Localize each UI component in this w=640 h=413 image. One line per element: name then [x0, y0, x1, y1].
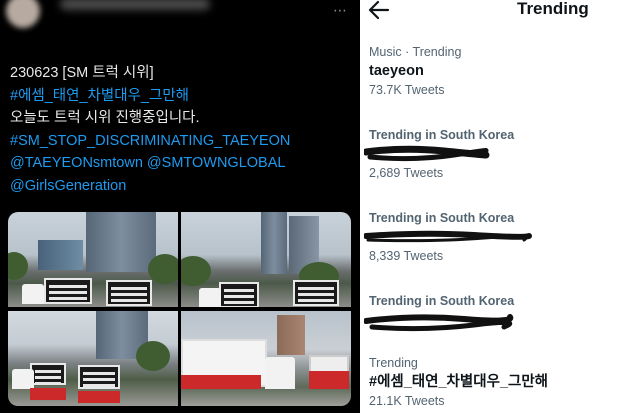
page-title: Trending	[517, 0, 589, 18]
trending-panel: Trending Music · Trending taeyeon 73.7K …	[360, 0, 640, 413]
redaction-scribble	[364, 143, 629, 165]
redaction-scribble	[364, 309, 629, 332]
tweet-line-title: 230623 [SM 트럭 시위]	[10, 65, 154, 81]
trend-item[interactable]: Trending in South Korea	[364, 293, 629, 332]
tweet-photo-4[interactable]	[181, 311, 351, 406]
tweet-panel: ⋯ 230623 [SM 트럭 시위] #에셈_태연_차별대우_그만해 오늘도 …	[0, 0, 358, 413]
blurred-username	[60, 0, 210, 10]
tweet-line-status: 오늘도 트럭 시위 진행중입니다.	[10, 110, 200, 127]
trend-count: 73.7K Tweets	[369, 83, 445, 97]
trend-count: 2,689 Tweets	[369, 166, 444, 180]
tweet-photo-grid	[8, 212, 351, 406]
tweet-body: 230623 [SM 트럭 시위] #에셈_태연_차별대우_그만해 오늘도 트럭…	[10, 62, 350, 198]
tweet-photo-1[interactable]	[8, 212, 178, 307]
tweet-hashtag-en[interactable]: #SM_STOP_DISCRIMINATING_TAEYEON	[10, 130, 350, 153]
tweet-photo-2[interactable]	[181, 212, 351, 307]
trend-item[interactable]: Trending #에셈_태연_차별대우_그만해 21.1K Tweets	[369, 355, 629, 409]
trend-item[interactable]: Music · Trending taeyeon 73.7K Tweets	[369, 44, 629, 98]
trend-item[interactable]: Trending in South Korea 2,689 Tweets	[364, 127, 629, 181]
more-options-icon[interactable]: ⋯	[333, 2, 348, 19]
trend-context: Trending in South Korea	[369, 211, 515, 225]
trend-context: Music · Trending	[369, 45, 462, 59]
trend-topic: #에셈_태연_차별대우_그만해	[369, 374, 548, 390]
trend-item[interactable]: Trending in South Korea 8,339 Tweets	[364, 210, 629, 264]
trend-count: 21.1K Tweets	[369, 394, 445, 408]
tweet-mention-gg[interactable]: @GirlsGeneration	[10, 175, 350, 198]
trend-context: Trending in South Korea	[369, 294, 515, 308]
tweet-hashtag-kr[interactable]: #에셈_태연_차별대우_그만해	[10, 85, 350, 108]
trend-count: 8,339 Tweets	[369, 249, 444, 263]
trend-topic: taeyeon	[369, 63, 424, 79]
trend-context: Trending in South Korea	[369, 128, 515, 142]
tweet-mentions[interactable]: @TAEYEONsmtown @SMTOWNGLOBAL	[10, 152, 350, 175]
blurred-avatar	[6, 0, 40, 28]
arrow-left-icon[interactable]	[368, 0, 390, 20]
trend-context: Trending	[369, 356, 418, 370]
tweet-photo-3[interactable]	[8, 311, 178, 406]
redaction-scribble	[364, 226, 629, 248]
